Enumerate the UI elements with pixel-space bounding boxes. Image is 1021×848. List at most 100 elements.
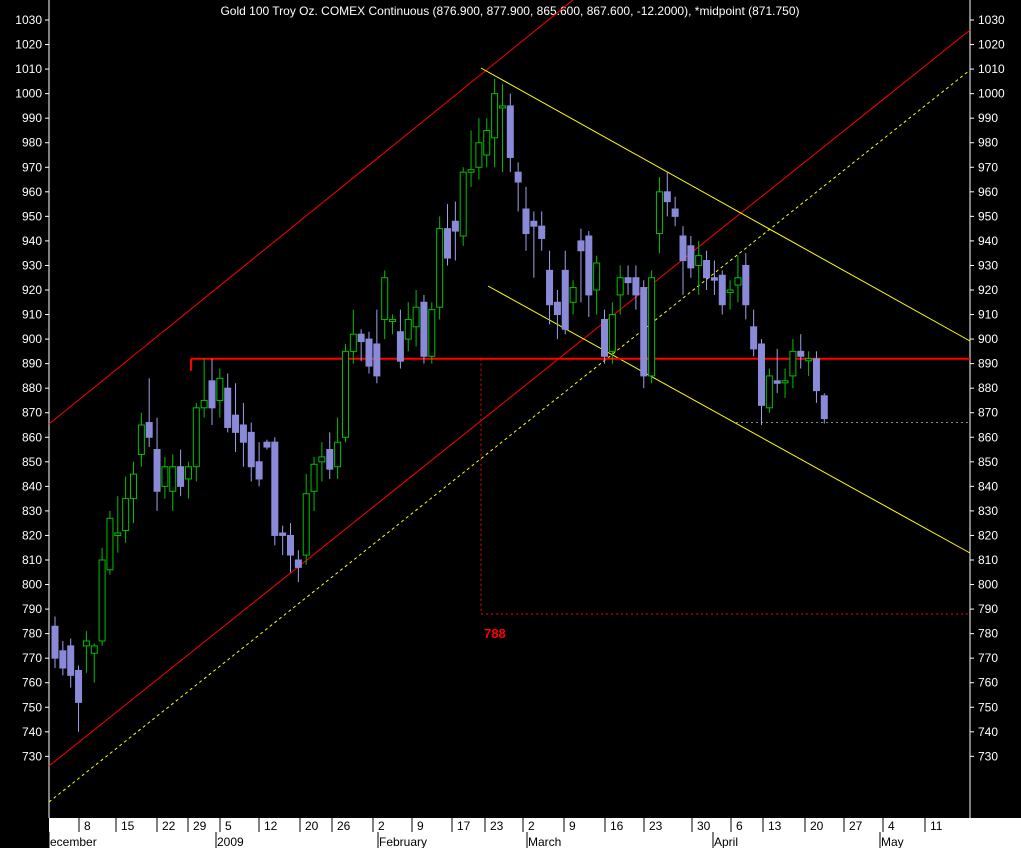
candle-body [184, 466, 192, 480]
candle-body [200, 399, 208, 409]
candle-body [522, 208, 530, 235]
candle [648, 270, 656, 384]
candle-body [365, 338, 373, 367]
candle-body [640, 287, 648, 377]
y-tick-label: 1010 [15, 62, 42, 76]
y-tick-label: 900 [978, 332, 998, 346]
x-tick-label: 20 [810, 819, 824, 833]
y-tick-label: 790 [22, 602, 42, 616]
candle-body [294, 559, 302, 568]
candle-body [797, 350, 805, 357]
candle-body [530, 220, 538, 227]
y-tick-label: 850 [978, 455, 998, 469]
candle-body [404, 318, 412, 340]
y-tick-label: 1000 [978, 87, 1005, 101]
candle-body [553, 301, 561, 316]
candle-body [569, 287, 577, 303]
y-tick-label: 740 [978, 725, 998, 739]
y-tick-label: 730 [978, 749, 998, 763]
candle-body [357, 333, 365, 343]
candle-body [389, 318, 397, 322]
x-tick-label: 16 [610, 819, 624, 833]
y-tick-label: 930 [22, 258, 42, 272]
candle-body [475, 142, 483, 168]
candle-body [695, 255, 703, 266]
y-tick-label: 950 [22, 209, 42, 223]
x-tick-label: 9 [569, 819, 576, 833]
candle-body [341, 350, 349, 438]
candle-body [585, 235, 593, 296]
candle-body [302, 493, 310, 556]
y-tick-label: 980 [22, 136, 42, 150]
y-tick-label: 870 [22, 406, 42, 420]
y-tick-label: 810 [22, 553, 42, 567]
candle-body [812, 358, 820, 392]
candle-body [216, 377, 224, 401]
y-tick-label: 860 [22, 430, 42, 444]
month-label: February [379, 835, 427, 848]
candle-body [506, 105, 514, 158]
candle [271, 437, 279, 546]
candle [341, 343, 349, 443]
candle-body [498, 105, 506, 109]
y-tick-label: 800 [978, 578, 998, 592]
candle-body [51, 625, 59, 659]
month-label: 2009 [217, 835, 244, 848]
y-tick-label: 940 [978, 234, 998, 248]
candle-body [742, 264, 750, 306]
y-tick-label: 760 [22, 676, 42, 690]
x-tick-label: 4 [888, 819, 895, 833]
y-tick-label: 910 [978, 308, 998, 322]
candle-body [373, 343, 381, 377]
x-tick-label: 27 [849, 819, 863, 833]
candle-body [114, 532, 122, 536]
y-tick-label: 830 [978, 504, 998, 518]
y-tick-label: 820 [978, 528, 998, 542]
y-tick-label: 970 [22, 160, 42, 174]
candle [428, 302, 436, 364]
candle-body [703, 260, 711, 279]
x-tick-label: 17 [457, 819, 471, 833]
month-label: March [528, 835, 561, 848]
candle-body [90, 645, 98, 654]
y-tick-label: 850 [22, 455, 42, 469]
y-tick-label: 990 [22, 111, 42, 125]
candle-body [734, 277, 742, 286]
candle-body [538, 225, 546, 239]
x-tick-label: 12 [264, 819, 278, 833]
candle [420, 294, 428, 364]
candle-body [334, 441, 342, 468]
y-tick-label: 880 [22, 381, 42, 395]
candle-body [130, 473, 137, 500]
candle-body [710, 277, 718, 281]
candle-body [279, 532, 287, 536]
y-tick-label: 750 [22, 700, 42, 714]
y-tick-label: 830 [22, 504, 42, 518]
candle-body [106, 517, 114, 571]
y-tick-label: 800 [22, 578, 42, 592]
x-tick-label: 9 [417, 819, 424, 833]
y-tick-label: 960 [22, 185, 42, 199]
candle-body [239, 424, 247, 443]
y-tick-label: 780 [22, 627, 42, 641]
candle-body [82, 640, 90, 647]
candle-body [169, 466, 177, 492]
candle-body [624, 277, 632, 284]
month-label: May [881, 835, 904, 848]
y-tick-label: 1000 [15, 87, 42, 101]
x-tick-label: 13 [768, 819, 782, 833]
y-tick-label: 920 [978, 283, 998, 297]
candle-body [255, 461, 263, 480]
candle-body [451, 220, 459, 232]
x-tick-label: 2 [528, 819, 535, 833]
candle-body [75, 669, 83, 703]
candle [820, 393, 828, 424]
candle-body [601, 318, 608, 357]
candle-body [781, 380, 789, 384]
candle-body [655, 191, 663, 235]
candle-body [514, 171, 522, 183]
candle-body [98, 559, 106, 642]
x-tick-label: 29 [193, 819, 207, 833]
gold-price-chart: Gold 100 Troy Oz. COMEX Continuous (876.… [0, 0, 1021, 848]
candle-body [153, 449, 161, 492]
